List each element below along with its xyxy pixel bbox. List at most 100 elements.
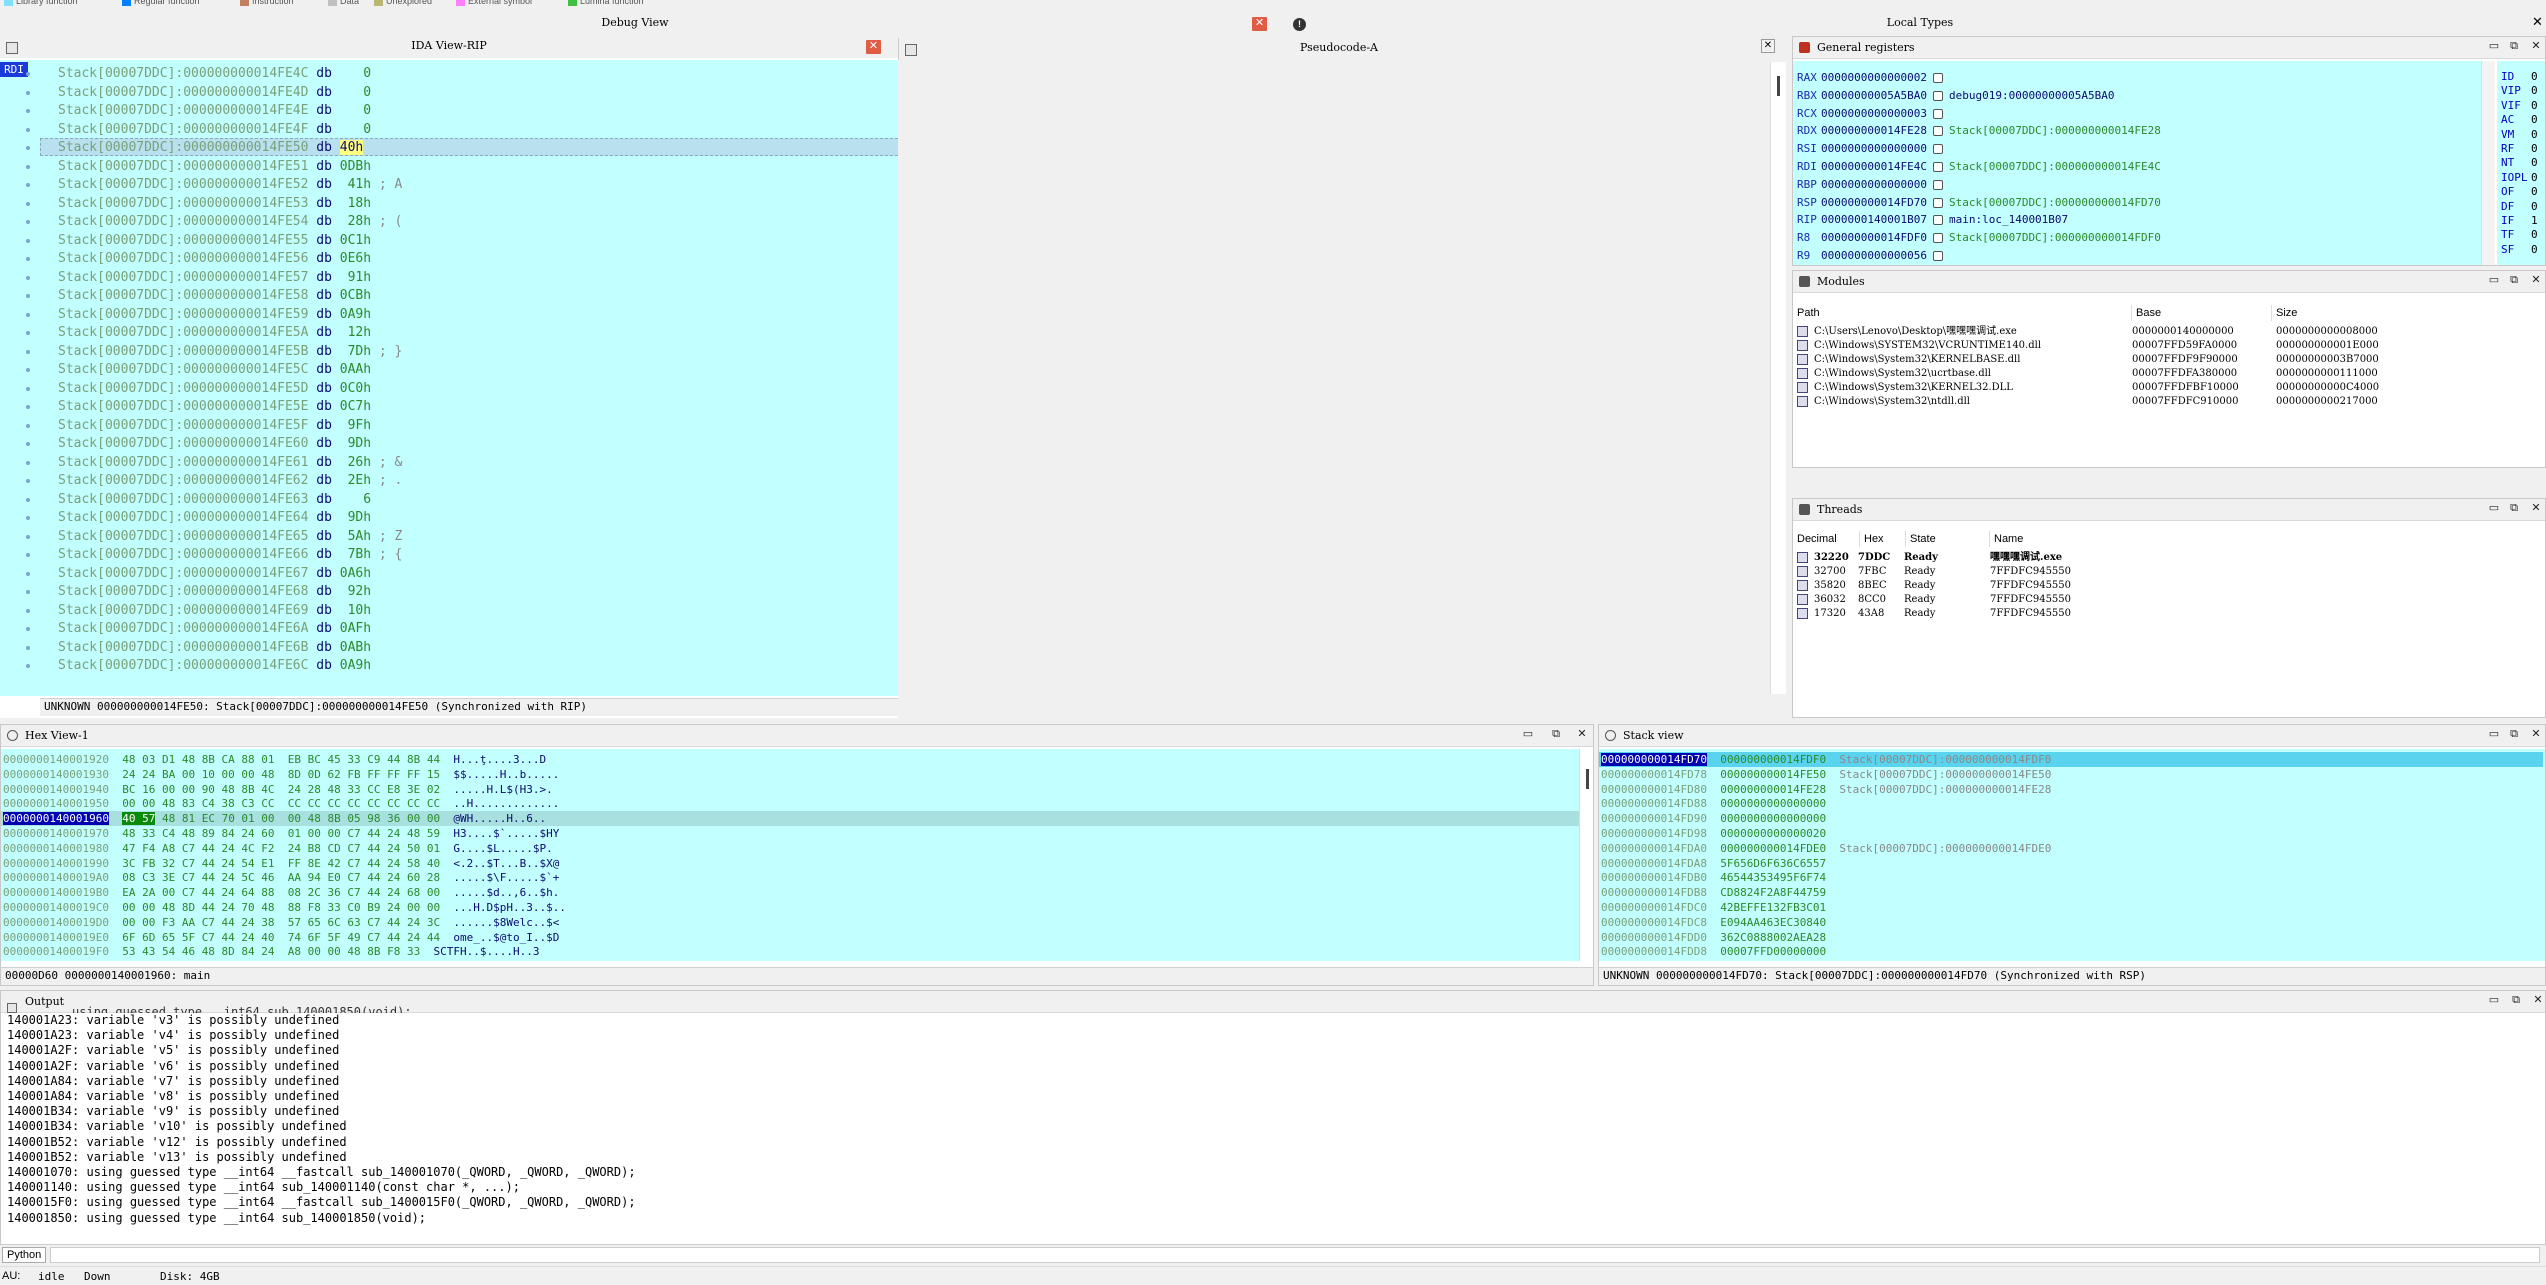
minimize-button[interactable]: ▭ [1521,727,1535,741]
stack-row[interactable]: 000000000014FD98 0000000000000020 [1601,827,1826,840]
close-ida-view-button[interactable]: ✕ [866,40,881,54]
disasm-row[interactable]: Stack[00007DDC]:000000000014FE55 db 0C1h [58,233,371,249]
flag-row[interactable]: SF 0 [2501,243,2538,255]
flag-row[interactable]: VIF 0 [2501,99,2538,111]
breakpoint-dot[interactable] [26,497,30,502]
modules-col-path[interactable]: Path [1797,305,1820,321]
disasm-row[interactable]: Stack[00007DDC]:000000000014FE50 db 40h [58,140,364,156]
close-button[interactable]: ✕ [1575,727,1589,741]
disasm-row[interactable]: Stack[00007DDC]:000000000014FE56 db 0E6h [58,251,371,267]
hex-scroll-thumb[interactable] [1586,769,1589,789]
breakpoint-dot[interactable] [26,349,30,354]
thread-row[interactable]: 36032 8CC0 Ready 7FFDFC945550 [1797,593,2071,606]
close-button[interactable]: ✕ [2531,993,2545,1007]
breakpoint-dot[interactable] [26,331,30,335]
disasm-row[interactable]: Stack[00007DDC]:000000000014FE54 db 28h … [58,214,402,230]
disasm-row[interactable]: Stack[00007DDC]:000000000014FE4C db 0 [58,66,371,82]
register-jump-icon[interactable] [1932,215,1943,226]
modules-col-size[interactable]: Size [2271,305,2297,321]
float-button[interactable]: ⧉ [2507,273,2521,287]
threads-col-hex[interactable]: Hex [1859,531,1884,547]
stack-row[interactable]: 000000000014FD80 000000000014FE28 Stack[… [1601,783,2051,796]
register-row[interactable]: RDI 000000000014FE4C Stack[00007DDC]:00000… [1797,160,2161,174]
flag-row[interactable]: NT 0 [2501,157,2538,169]
float-button[interactable]: ⧉ [2507,501,2521,515]
register-row[interactable]: RBP 0000000000000000 [1797,178,1949,192]
register-jump-icon[interactable] [1932,179,1943,190]
pseudocode-tab[interactable]: Pseudocode-A ✕ [898,38,1778,60]
hex-row[interactable]: 0000000140001920 48 03 D1 48 8B CA 88 01… [3,753,546,766]
register-jump-icon[interactable] [1932,251,1943,261]
disasm-row[interactable]: Stack[00007DDC]:000000000014FE5B db 7Dh … [58,344,402,360]
hex-row[interactable]: 0000000140001990 3C FB 32 C7 44 24 54 E1… [3,857,559,870]
register-jump-icon[interactable] [1932,144,1943,155]
disasm-row[interactable]: Stack[00007DDC]:000000000014FE51 db 0DBh [58,159,371,175]
float-button[interactable]: ⧉ [2509,993,2523,1007]
disasm-row[interactable]: Stack[00007DDC]:000000000014FE6A db 0AFh [58,621,371,637]
hex-row[interactable]: 0000000140001980 47 F4 A8 C7 44 24 4C F2… [3,842,553,855]
breakpoint-dot[interactable] [26,146,30,150]
breakpoint-dot[interactable] [26,183,30,187]
stack-row[interactable]: 000000000014FDB8 CD8824F2A8F44759 [1601,886,1826,899]
register-row[interactable]: RAX 0000000000000002 [1797,71,1949,85]
register-jump-icon[interactable] [1932,126,1943,137]
flag-row[interactable]: OF 0 [2501,186,2538,198]
disasm-row[interactable]: Stack[00007DDC]:000000000014FE69 db 10h [58,603,371,619]
register-jump-icon[interactable] [1932,197,1943,208]
float-button[interactable]: ⧉ [2507,727,2521,741]
close-button[interactable]: ✕ [2529,39,2543,53]
stack-row[interactable]: 000000000014FDA8 5F656D6F636C6557 [1601,857,1826,870]
disasm-row[interactable]: Stack[00007DDC]:000000000014FE6C db 0A9h [58,658,371,674]
stack-row[interactable]: 000000000014FD88 0000000000000000 [1601,797,1826,810]
register-jump-icon[interactable] [1932,233,1943,244]
breakpoint-dot[interactable] [26,627,30,631]
disasm-row[interactable]: Stack[00007DDC]:000000000014FE59 db 0A9h [58,307,371,323]
flag-row[interactable]: IF 1 [2501,215,2538,227]
disasm-row[interactable]: Stack[00007DDC]:000000000014FE5D db 0C0h [58,381,371,397]
register-jump-icon[interactable] [1932,73,1943,83]
breakpoint-dot[interactable] [26,220,30,224]
register-row[interactable]: R8 000000000014FDF0 Stack[00007DDC]:000000… [1797,231,2161,245]
hex-row[interactable]: 0000000140001940 BC 16 00 00 90 48 8B 4C… [3,783,553,796]
disasm-row[interactable]: Stack[00007DDC]:000000000014FE4E db 0 [58,103,371,119]
stack-row[interactable]: 000000000014FDD0 362C0888002AEA28 [1601,931,1826,944]
disasm-row[interactable]: Stack[00007DDC]:000000000014FE63 db 6 [58,492,371,508]
disasm-row[interactable]: Stack[00007DDC]:000000000014FE61 db 26h … [58,455,402,471]
stack-row[interactable]: 000000000014FDD8 00007FFD00000000 [1601,945,1826,958]
hex-row[interactable]: 0000000140001950 00 00 48 83 C4 38 C3 CC… [3,797,559,810]
close-button[interactable]: ✕ [2529,273,2543,287]
stack-area[interactable] [1599,749,2545,961]
python-command-input[interactable] [50,1247,2540,1263]
breakpoint-dot[interactable] [26,608,30,613]
flag-row[interactable]: RF 0 [2501,143,2538,155]
register-row[interactable]: RDX 000000000014FE28 Stack[00007DDC]:00000… [1797,124,2161,138]
register-row[interactable]: RBX 00000000005A5BA0 debug019:00000000005A… [1797,89,2115,103]
module-row[interactable]: C:\Windows\System32\KERNELBASE.dll 00007F… [1797,353,2379,366]
register-row[interactable]: RSI 0000000000000000 [1797,142,1949,156]
stack-row[interactable]: 000000000014FDC0 42BEFFE132FB3C01 [1601,901,1826,914]
disasm-row[interactable]: Stack[00007DDC]:000000000014FE5A db 12h [58,325,371,341]
close-debug-view-button[interactable]: ✕ [1252,17,1267,31]
hex-row[interactable]: 00000001400019A0 08 C3 3E C7 44 24 5C 46… [3,871,559,884]
stack-row[interactable]: 000000000014FD90 0000000000000000 [1601,812,1826,825]
hex-area[interactable] [1,749,1579,961]
hex-row[interactable]: 00000001400019E0 6F 6D 65 5F C7 44 24 40… [3,931,559,944]
threads-col-name[interactable]: Name [1989,531,2023,547]
hex-row[interactable]: 00000001400019B0 EA 2A 00 C7 44 24 64 88… [3,886,559,899]
close-pseudocode-button[interactable]: ✕ [1761,39,1775,53]
pseudocode-title[interactable]: Pseudocode-A [899,41,1779,54]
flag-row[interactable]: DF 0 [2501,200,2538,212]
breakpoint-dot[interactable] [26,534,30,539]
breakpoint-dot[interactable] [26,257,30,261]
tab-debug-view[interactable]: Debug View [0,14,1270,32]
flag-row[interactable]: VIP 0 [2501,85,2538,97]
hex-row[interactable]: 00000001400019D0 00 00 F3 AA C7 44 24 38… [3,916,559,929]
breakpoint-dot[interactable] [26,442,30,446]
register-row[interactable]: RIP 0000000140001B07 main:loc_140001B07 [1797,213,2068,227]
tab-local-types[interactable]: Local Types [1310,14,2530,32]
thread-row[interactable]: 17320 43A8 Ready 7FFDFC945550 [1797,607,2071,620]
breakpoint-dot[interactable] [26,90,30,95]
disasm-row[interactable]: Stack[00007DDC]:000000000014FE68 db 92h [58,584,371,600]
register-row[interactable]: RSP 000000000014FD70 Stack[00007DDC]:00000… [1797,196,2161,210]
module-row[interactable]: C:\Windows\System32\ucrtbase.dll 00007FFD… [1797,367,2378,380]
